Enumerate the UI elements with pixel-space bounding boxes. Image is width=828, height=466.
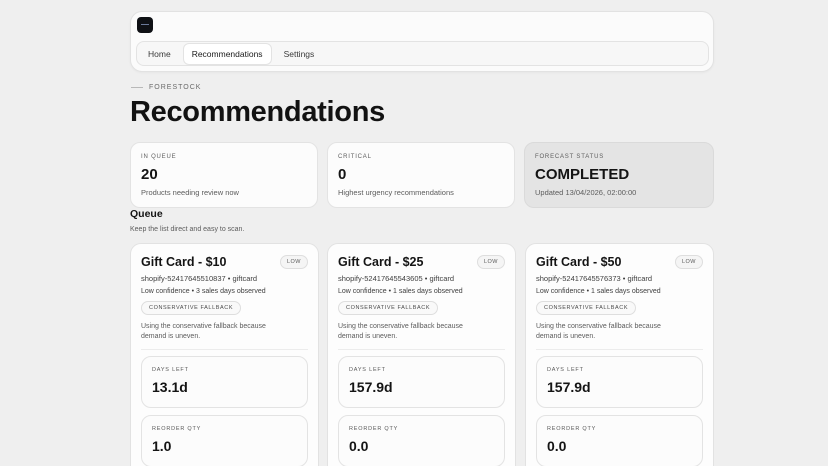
reorder-qty-metric: REORDER QTY 0.0	[536, 415, 703, 466]
product-sku: shopify-52417645510837 • giftcard	[141, 274, 258, 283]
priority-badge: LOW	[476, 255, 505, 269]
divider	[338, 349, 505, 350]
tab-home[interactable]: Home	[140, 44, 179, 64]
stat-card-forecast-status: FORECAST STATUS COMPLETED Updated 13/04/…	[524, 142, 714, 208]
stat-label: CRITICAL	[338, 154, 372, 160]
fallback-tag: CONSERVATIVE FALLBACK	[536, 301, 637, 315]
product-card[interactable]: Gift Card - $10 LOW shopify-524176455108…	[130, 243, 319, 466]
metric-value: 157.9d	[547, 379, 591, 395]
tab-bar: Home Recommendations Settings	[136, 41, 709, 66]
confidence-text: Low confidence • 3 sales days observed	[141, 288, 266, 295]
product-sku: shopify-52417645576373 • giftcard	[536, 274, 653, 283]
metric-label: REORDER QTY	[547, 426, 597, 432]
stat-value: COMPLETED	[535, 166, 630, 183]
fallback-note: Using the conservative fallback because …	[536, 323, 661, 340]
stat-label: IN QUEUE	[141, 154, 177, 160]
fallback-note: Using the conservative fallback because …	[338, 323, 463, 340]
metric-value: 0.0	[349, 438, 369, 454]
product-card[interactable]: Gift Card - $25 LOW shopify-524176455436…	[327, 243, 516, 466]
days-left-metric: DAYS LEFT 157.9d	[338, 356, 505, 408]
days-left-metric: DAYS LEFT 13.1d	[141, 356, 308, 408]
tab-settings[interactable]: Settings	[276, 44, 323, 64]
stat-label: FORECAST STATUS	[535, 154, 605, 160]
metric-value: 13.1d	[152, 379, 188, 395]
stat-card-critical: CRITICAL 0 Highest urgency recommendatio…	[327, 142, 515, 208]
eyebrow-label: FORESTOCK	[149, 84, 202, 91]
queue-subtitle: Keep the list direct and easy to scan.	[130, 226, 245, 233]
eyebrow-rule	[131, 87, 143, 88]
fallback-tag: CONSERVATIVE FALLBACK	[338, 301, 439, 315]
stat-subtext: Products needing review now	[141, 188, 239, 197]
queue-title: Queue	[130, 208, 163, 220]
priority-badge: LOW	[279, 255, 308, 269]
confidence-text: Low confidence • 1 sales days observed	[536, 288, 661, 295]
metric-value: 1.0	[152, 438, 172, 454]
reorder-qty-metric: REORDER QTY 1.0	[141, 415, 308, 466]
metric-label: DAYS LEFT	[547, 367, 584, 373]
tab-recommendations[interactable]: Recommendations	[182, 42, 272, 65]
eyebrow: FORESTOCK	[131, 84, 201, 91]
stat-subtext: Updated 13/04/2026, 02:00:00	[535, 188, 637, 197]
divider	[141, 349, 308, 350]
page-title: Recommendations	[130, 96, 385, 128]
product-sku: shopify-52417645543605 • giftcard	[338, 274, 455, 283]
divider	[536, 349, 703, 350]
days-left-metric: DAYS LEFT 157.9d	[536, 356, 703, 408]
metric-label: DAYS LEFT	[152, 367, 189, 373]
reorder-qty-metric: REORDER QTY 0.0	[338, 415, 505, 466]
priority-badge: LOW	[674, 255, 703, 269]
product-card[interactable]: Gift Card - $50 LOW shopify-524176455763…	[525, 243, 714, 466]
stat-subtext: Highest urgency recommendations	[338, 188, 454, 197]
metric-label: DAYS LEFT	[349, 367, 386, 373]
metric-value: 157.9d	[349, 379, 393, 395]
app-logo-icon[interactable]	[137, 17, 153, 33]
stat-value: 20	[141, 166, 158, 183]
stat-value: 0	[338, 166, 347, 183]
top-nav: Home Recommendations Settings	[130, 11, 714, 72]
stat-card-in-queue: IN QUEUE 20 Products needing review now	[130, 142, 318, 208]
metric-label: REORDER QTY	[349, 426, 399, 432]
metric-value: 0.0	[547, 438, 567, 454]
confidence-text: Low confidence • 1 sales days observed	[338, 288, 463, 295]
fallback-tag: CONSERVATIVE FALLBACK	[141, 301, 242, 315]
fallback-note: Using the conservative fallback because …	[141, 323, 266, 340]
metric-label: REORDER QTY	[152, 426, 202, 432]
